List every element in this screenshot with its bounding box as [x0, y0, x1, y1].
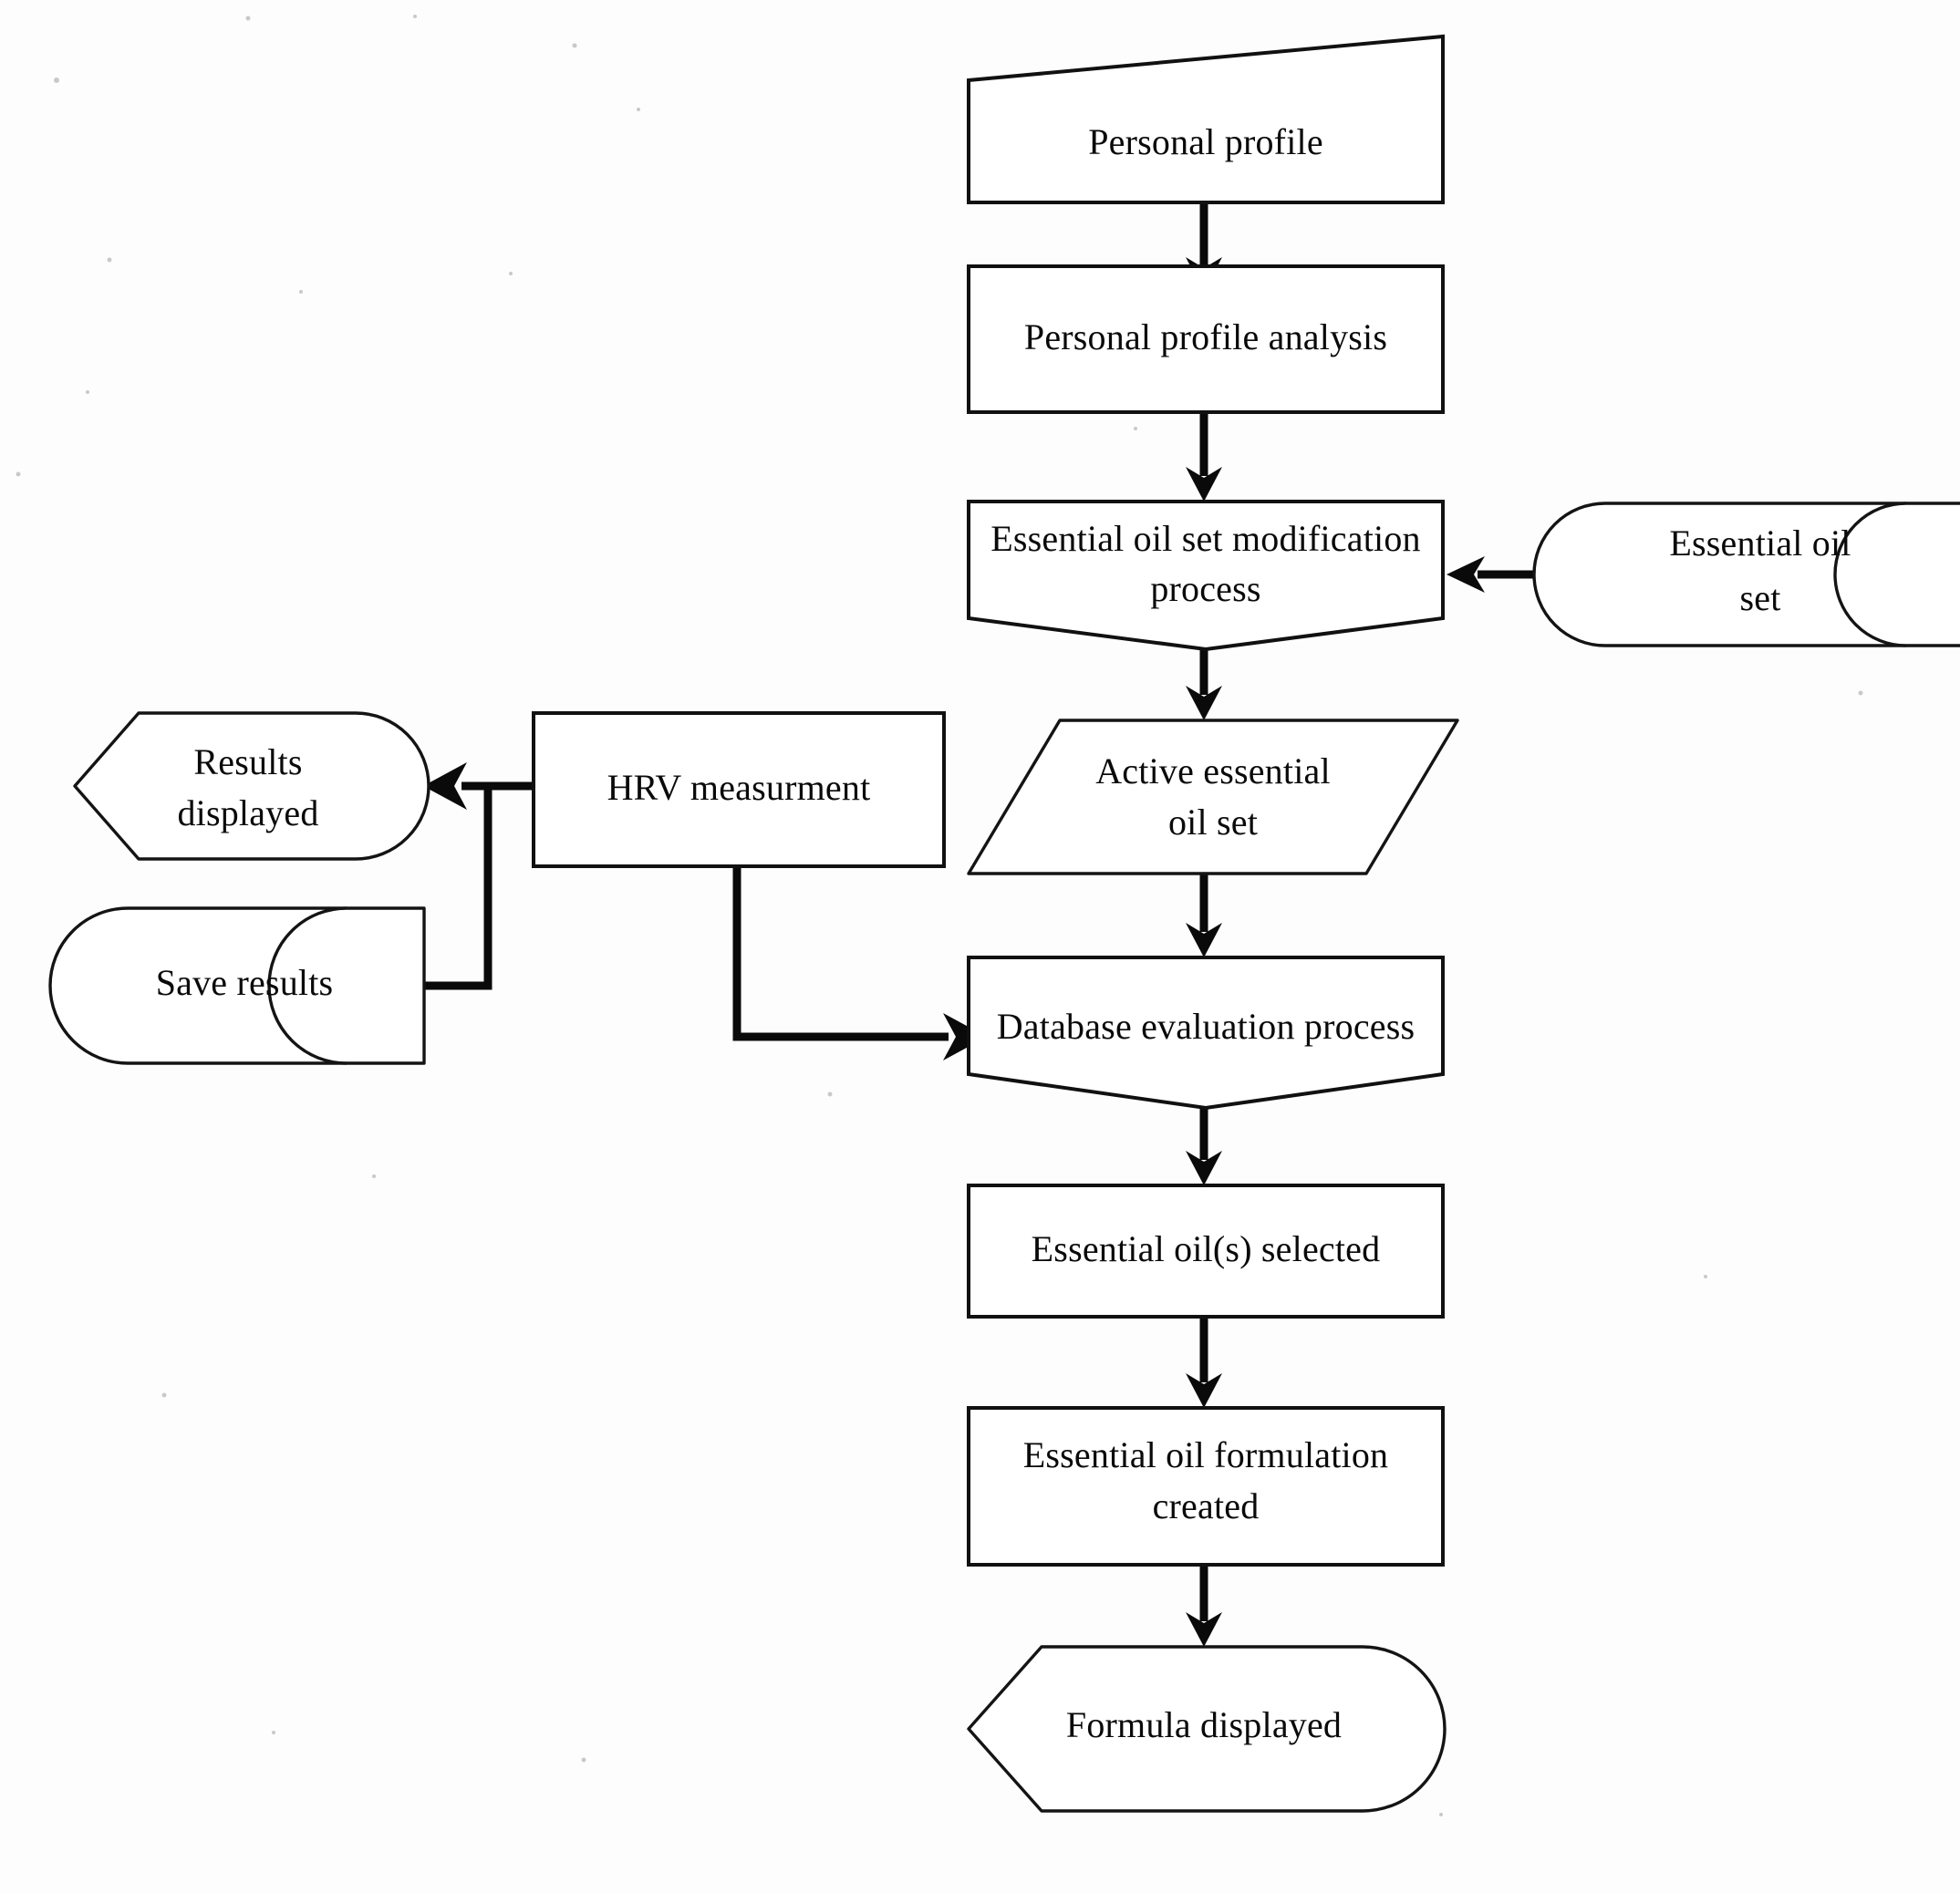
edge-modification-to-activeset [1186, 649, 1222, 720]
node-formulation-created-label-line2: created [1153, 1485, 1260, 1526]
node-personal-profile-label: Personal profile [1088, 121, 1323, 162]
node-essential-oil-set-label-line1: Essential oil [1669, 522, 1851, 564]
node-essential-oil-set[interactable]: Essential oil set [1532, 502, 1960, 647]
edge-analysis-to-modification [1186, 412, 1222, 502]
edge-hrv-to-database [732, 866, 987, 1060]
flowchart-canvas: Personal profile Personal profile analys… [0, 0, 1960, 1893]
node-active-essential-oil-set-label-line2: oil set [1168, 802, 1258, 843]
edge-activeset-to-database [1186, 874, 1222, 957]
node-essential-oil-set-label-line2: set [1739, 577, 1780, 618]
node-hrv-measurment-label: HRV measurment [607, 767, 871, 808]
node-oil-set-modification[interactable]: Essential oil set modification process [967, 500, 1445, 652]
node-formulation-created-label-line1: Essential oil formulation [1023, 1434, 1389, 1475]
node-oils-selected[interactable]: Essential oil(s) selected [967, 1184, 1445, 1319]
node-oil-set-modification-label-line1: Essential oil set modification [990, 518, 1420, 559]
flowchart-svg: Personal profile Personal profile analys… [16, 15, 1960, 1816]
node-save-results-label: Save results [156, 962, 334, 1003]
node-formula-displayed-label: Formula displayed [1066, 1704, 1342, 1745]
node-database-evaluation[interactable]: Database evaluation process [967, 956, 1445, 1111]
node-oil-set-modification-label-line2: process [1150, 568, 1260, 609]
node-database-evaluation-label: Database evaluation process [997, 1006, 1416, 1047]
node-active-essential-oil-set-label-line1: Active essential [1095, 750, 1331, 791]
node-results-displayed-label-line2: displayed [177, 792, 318, 833]
node-active-essential-oil-set[interactable]: Active essential oil set [967, 719, 1459, 875]
node-save-results[interactable]: Save results [48, 906, 426, 1065]
edge-formulation-to-formula-displayed [1186, 1565, 1222, 1647]
node-formulation-created[interactable]: Essential oil formulation created [967, 1406, 1445, 1567]
node-results-displayed-label-line1: Results [193, 741, 302, 782]
edge-oils-selected-to-formulation [1186, 1317, 1222, 1408]
node-oils-selected-label: Essential oil(s) selected [1032, 1228, 1381, 1269]
node-personal-profile-analysis[interactable]: Personal profile analysis [967, 264, 1445, 414]
node-results-displayed[interactable]: Results displayed [73, 711, 430, 861]
node-hrv-measurment[interactable]: HRV measurment [532, 711, 946, 868]
node-formula-displayed[interactable]: Formula displayed [967, 1645, 1447, 1813]
edge-database-to-oils-selected [1186, 1108, 1222, 1185]
node-personal-profile-analysis-label: Personal profile analysis [1024, 316, 1387, 357]
node-personal-profile[interactable]: Personal profile [967, 34, 1445, 204]
